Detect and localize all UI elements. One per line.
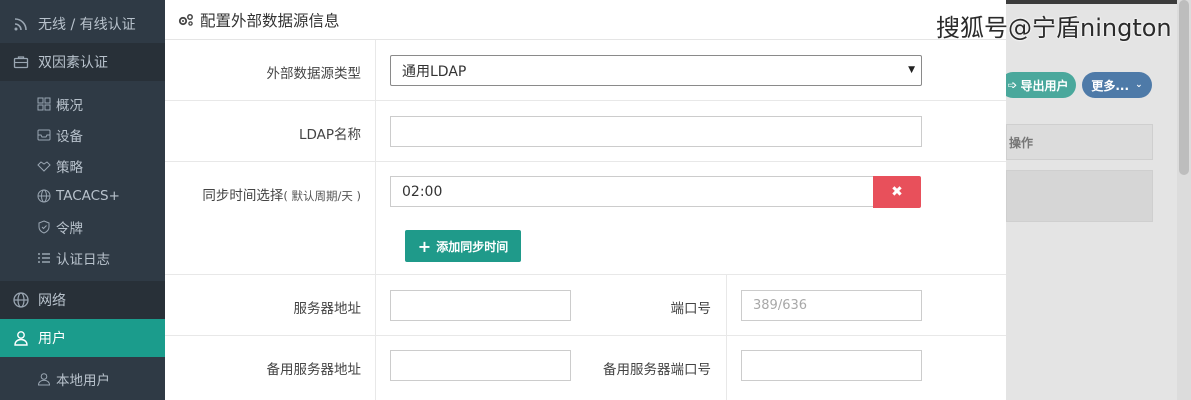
sidebar-item-network[interactable]: 网络 [0,281,165,319]
briefcase-icon [12,53,30,71]
column-divider [726,275,727,336]
sidebar-item-local-users[interactable]: 本地用户 [0,364,165,394]
gears-icon [178,13,196,27]
remove-sync-button[interactable]: ✖ [873,176,921,208]
sidebar-item-two-factor[interactable]: 双因素认证 [0,43,165,81]
close-icon: ✖ [891,184,903,200]
sidebar-item-label: 认证日志 [56,252,110,268]
sidebar-item-policy[interactable]: 策略 [0,151,165,181]
source-type-label: 外部数据源类型 [266,66,362,82]
sidebar-item-label: 策略 [56,160,83,176]
source-type-select[interactable]: 通用LDAP ▼ [390,55,922,86]
caret-down-icon: ▼ [908,65,915,75]
row-backup-server: 备用服务器地址 备用服务器端口号 [165,336,1006,400]
server-address-label: 服务器地址 [293,301,362,317]
row-server-address: 服务器地址 端口号 389/636 [165,275,1006,336]
plus-icon: + [417,236,432,256]
sync-time-label: 同步时间选择( 默认周期/天 ) [202,188,361,204]
sidebar-item-label: 概况 [56,98,83,114]
list-icon [36,250,52,266]
backup-port-label: 备用服务器端口号 [603,362,711,378]
table-header-actions: 操作 [1006,124,1153,160]
shield-icon [36,219,52,235]
port-input[interactable]: 389/636 [741,290,922,321]
row-ldap-name: LDAP名称 [165,101,1006,162]
top-strip [1006,0,1178,4]
scrollbar-thumb[interactable] [1179,0,1189,175]
row-source-type: 外部数据源类型 通用LDAP ▼ [165,40,1006,101]
port-label: 端口号 [670,301,712,317]
globe-icon [36,188,52,204]
export-icon: ➩ [1007,78,1018,92]
sidebar-item-label: TACACS+ [56,188,120,204]
sidebar-item-label: 本地用户 [56,373,110,389]
sidebar-item-label: 用户 [38,331,66,347]
inbox-icon [36,127,52,143]
sidebar: 无线 / 有线认证 双因素认证 概况 设备 策略 TACACS+ 令牌 认证日志… [0,0,165,400]
sidebar-item-devices[interactable]: 设备 [0,120,165,150]
user-icon [12,329,30,347]
sidebar-item-wireless-auth[interactable]: 无线 / 有线认证 [0,5,165,43]
watermark: 搜狐号@宁盾nington [936,14,1172,42]
config-modal: 配置外部数据源信息 外部数据源类型 通用LDAP ▼ LDAP名称 同步时间选择… [165,0,1006,400]
grid-icon [36,96,52,112]
sidebar-item-label: 双因素认证 [38,55,108,71]
user-outline-icon [36,371,52,387]
ldap-name-label: LDAP名称 [298,127,361,143]
modal-title: 配置外部数据源信息 [200,11,340,30]
sidebar-item-label: 网络 [38,293,66,309]
sidebar-item-overview[interactable]: 概况 [0,89,165,119]
scrollbar[interactable] [1177,0,1191,400]
export-users-button[interactable]: ➩ 导出用户 [1000,72,1076,98]
column-divider [726,336,727,400]
row-sync-time: 同步时间选择( 默认周期/天 ) 02:00 ✖ + 添加同步时间 [165,162,1006,275]
modal-header: 配置外部数据源信息 [165,0,1006,40]
add-sync-time-button[interactable]: + 添加同步时间 [405,230,521,262]
server-address-input[interactable] [390,290,571,321]
more-button[interactable]: 更多... ⌄ [1082,72,1152,98]
sidebar-item-token[interactable]: 令牌 [0,212,165,242]
globe-icon [12,291,30,309]
sidebar-item-users[interactable]: 用户 [0,319,165,357]
sidebar-item-label: 无线 / 有线认证 [38,17,136,33]
chevron-down-icon: ⌄ [1135,80,1143,90]
sync-time-input[interactable]: 02:00 [390,176,874,207]
sidebar-item-auth-log[interactable]: 认证日志 [0,243,165,273]
background-page: ➩ 导出用户 更多... ⌄ 操作 [1000,0,1191,400]
ldap-name-input[interactable] [390,116,922,147]
sidebar-item-label: 令牌 [56,221,83,237]
backup-port-input[interactable] [741,350,922,381]
table-row [1006,170,1153,222]
sidebar-item-label: 设备 [56,129,83,145]
sync-hint: ( 默认周期/天 ) [283,189,361,203]
handshake-icon [36,158,52,174]
wifi-icon [12,15,30,33]
backup-server-input[interactable] [390,350,571,381]
backup-server-label: 备用服务器地址 [266,362,362,378]
sidebar-item-tacacs[interactable]: TACACS+ [0,181,165,211]
